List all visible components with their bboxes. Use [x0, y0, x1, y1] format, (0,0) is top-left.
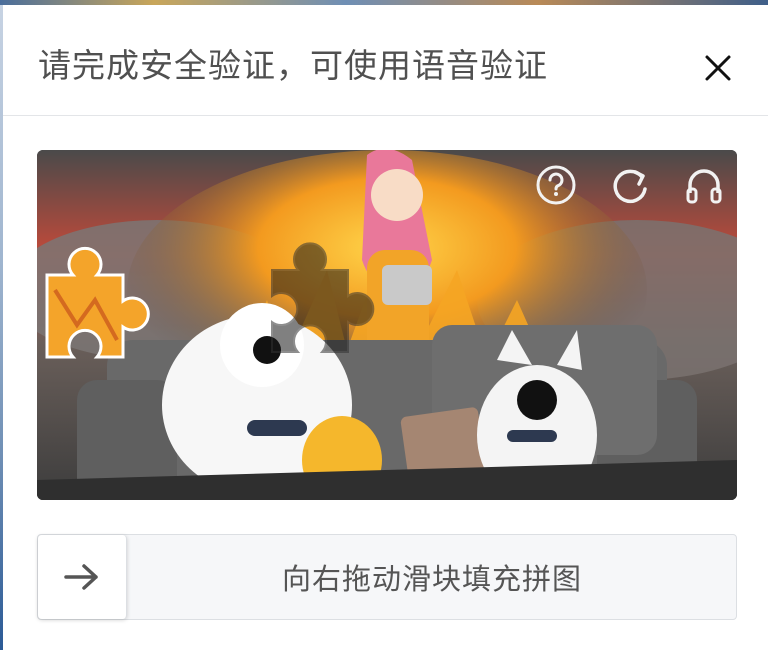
- audio-verification-button[interactable]: [679, 160, 729, 210]
- dialog-title: 请完成安全验证，可使用语音验证: [38, 46, 548, 85]
- dialog-header: 请完成安全验证，可使用语音验证: [3, 5, 768, 116]
- captcha-image: [37, 150, 737, 500]
- help-button[interactable]: [531, 160, 581, 210]
- refresh-button[interactable]: [605, 160, 655, 210]
- slider-hint: 向右拖动滑块填充拼图: [281, 562, 582, 596]
- help-icon: [536, 165, 576, 205]
- captcha-dialog: 请完成安全验证，可使用语音验证 向右拖动滑块填充拼图: [3, 5, 768, 650]
- close-icon: [705, 55, 731, 81]
- headphones-icon: [686, 169, 722, 204]
- puzzle-target-hole: [271, 242, 375, 353]
- refresh-icon: [613, 169, 647, 204]
- slider-handle[interactable]: [38, 535, 127, 619]
- close-button[interactable]: [693, 43, 743, 93]
- arrow-right-icon: [64, 564, 98, 590]
- slider-track[interactable]: 向右拖动滑块填充拼图: [37, 534, 737, 620]
